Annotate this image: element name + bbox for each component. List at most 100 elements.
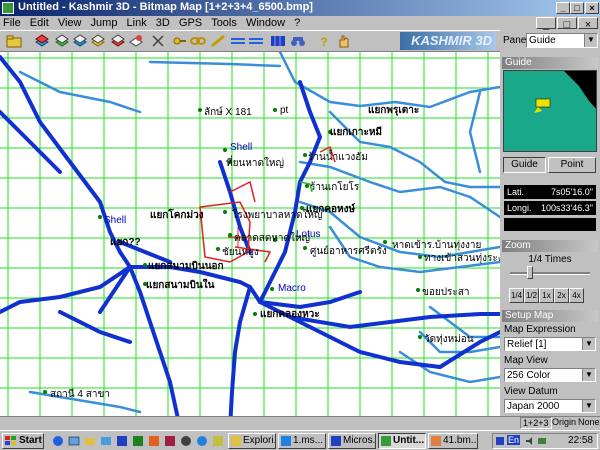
- quicklaunch-misc-icon[interactable]: [212, 435, 224, 447]
- map3-icon[interactable]: [90, 34, 106, 48]
- quicklaunch-excel-icon[interactable]: [132, 435, 144, 447]
- title-bar: Untitled - Kashmir 3D - Bitmap Map [1+2+…: [0, 0, 600, 16]
- system-tray: En 22:58: [492, 433, 598, 449]
- menu-jump[interactable]: Jump: [88, 16, 121, 30]
- map-view-value: 256 Color: [507, 370, 551, 381]
- minimize-button[interactable]: _: [556, 2, 570, 14]
- latitude-label: Lati.: [507, 187, 525, 197]
- start-button[interactable]: Start: [2, 433, 44, 449]
- open-folder-icon[interactable]: [6, 34, 22, 48]
- latitude-value: 7s05'16.0": [551, 187, 593, 197]
- bitmap-map-canvas[interactable]: ลักษ์ X 181 pt แยกพรุเตาะ แยกเกาะหมี She…: [0, 52, 500, 428]
- setup-map-section-header: Setup Map: [502, 310, 598, 322]
- status-layers: 1+2+3: [520, 417, 552, 429]
- layers-icon[interactable]: [34, 34, 50, 48]
- map-expression-value: Relief [1]: [507, 339, 547, 350]
- quicklaunch-outlook-icon[interactable]: [100, 435, 112, 447]
- link-icon[interactable]: [190, 34, 206, 48]
- task-ms[interactable]: 1.ms...: [278, 433, 326, 449]
- guide-minimap-graphics: [534, 71, 596, 113]
- maximize-button[interactable]: □: [570, 2, 584, 14]
- map-label: แยกคอหงษ์: [306, 204, 356, 215]
- chevron-down-icon[interactable]: ▼: [582, 400, 595, 412]
- panel-selector[interactable]: Guide ▼: [526, 33, 598, 48]
- zoom-slider-thumb[interactable]: [527, 266, 533, 279]
- map2-icon[interactable]: [72, 34, 88, 48]
- guide-tab-button[interactable]: Guide: [503, 157, 546, 173]
- zoom-quarter-button[interactable]: 1/4: [509, 288, 524, 303]
- task-bmp[interactable]: 41.bm...: [428, 433, 478, 449]
- kashmir-icon: [381, 436, 391, 446]
- quicklaunch-powerpoint-icon[interactable]: [148, 435, 160, 447]
- guide-minimap[interactable]: [503, 70, 597, 152]
- zoom-1x-button[interactable]: 1x: [539, 288, 554, 303]
- map-label: แยกเกาะหมี: [330, 127, 383, 138]
- map-label: สถานี 4 สาขา: [50, 389, 110, 400]
- menu-3d[interactable]: 3D: [153, 16, 173, 30]
- map-view-select[interactable]: 256 Color ▼: [504, 368, 596, 382]
- kashmir-brand-logo: KASHMIR 3D: [400, 32, 496, 50]
- task-explorer[interactable]: Explori...: [228, 433, 276, 449]
- quicklaunch-media-icon[interactable]: [180, 435, 192, 447]
- binoculars-icon[interactable]: [290, 34, 306, 48]
- paint-icon: [431, 436, 441, 446]
- guide-section-header: Guide: [502, 57, 598, 69]
- zoom-slider-track[interactable]: [510, 272, 590, 275]
- menu-window[interactable]: Window: [243, 16, 288, 30]
- hand-icon[interactable]: [336, 34, 352, 48]
- chevron-down-icon[interactable]: ▼: [584, 34, 597, 47]
- map-expression-label: Map Expression: [504, 324, 576, 335]
- scissors-icon[interactable]: [150, 34, 166, 48]
- longitude-value: 100s33'46.3": [541, 203, 593, 213]
- map4-icon[interactable]: [110, 34, 126, 48]
- quicklaunch-desktop-icon[interactable]: [68, 435, 80, 447]
- app-icon[interactable]: [2, 2, 14, 14]
- quicklaunch-access-icon[interactable]: [164, 435, 176, 447]
- menu-edit[interactable]: Edit: [27, 16, 52, 30]
- panel-selector-label: Panel: [503, 35, 529, 46]
- quicklaunch-ie2-icon[interactable]: [196, 435, 208, 447]
- close-button[interactable]: ×: [585, 2, 599, 14]
- network-icon[interactable]: [537, 436, 547, 446]
- map-label: ลักษ์ X 181: [204, 107, 252, 118]
- map-label: แยกพรุเตาะ: [368, 105, 420, 116]
- point-tab-button[interactable]: Point: [548, 157, 596, 173]
- quicklaunch-explorer-icon[interactable]: [84, 435, 96, 447]
- chevron-down-icon[interactable]: ▼: [582, 369, 595, 381]
- menu-help[interactable]: ?: [291, 16, 303, 30]
- language-indicator[interactable]: En: [507, 435, 521, 445]
- mdi-restore-button[interactable]: □: [557, 17, 577, 31]
- task-label: 41.bm...: [443, 435, 478, 446]
- map-expression-select[interactable]: Relief [1] ▼: [504, 337, 596, 351]
- grid-icon[interactable]: [270, 34, 286, 48]
- ruler-icon[interactable]: [210, 34, 226, 48]
- tray-app-icon[interactable]: [495, 436, 505, 446]
- map-icon[interactable]: [54, 34, 70, 48]
- task-microsoft[interactable]: Micros...: [328, 433, 376, 449]
- map-view-label: Map View: [504, 355, 548, 366]
- zoom-2x-button[interactable]: 2x: [554, 288, 569, 303]
- menu-gps[interactable]: GPS: [176, 16, 205, 30]
- task-untitled[interactable]: Untit...: [378, 433, 426, 449]
- view-datum-select[interactable]: Japan 2000 ▼: [504, 399, 596, 413]
- route-icon[interactable]: [230, 34, 246, 48]
- menu-link[interactable]: Link: [124, 16, 150, 30]
- view-datum-label: View Datum: [504, 386, 558, 397]
- mdi-close-button[interactable]: ×: [578, 17, 598, 31]
- quicklaunch-word-icon[interactable]: [116, 435, 128, 447]
- quicklaunch-ie-icon[interactable]: [52, 435, 64, 447]
- key-icon[interactable]: [172, 34, 188, 48]
- map-label: pt: [280, 105, 289, 116]
- route2-icon[interactable]: [248, 34, 264, 48]
- menu-view[interactable]: View: [55, 16, 85, 30]
- point-tab-label: Point: [560, 159, 584, 170]
- zoom-half-button[interactable]: 1/2: [524, 288, 539, 303]
- help-icon[interactable]: ?: [316, 34, 332, 48]
- zoom-4x-button[interactable]: 4x: [569, 288, 584, 303]
- menu-file[interactable]: File: [0, 16, 24, 30]
- paint-icon[interactable]: [128, 34, 144, 48]
- mdi-minimize-button[interactable]: _: [536, 17, 556, 31]
- chevron-down-icon[interactable]: ▼: [582, 338, 595, 350]
- menu-tools[interactable]: Tools: [208, 16, 240, 30]
- speaker-icon[interactable]: [525, 436, 535, 446]
